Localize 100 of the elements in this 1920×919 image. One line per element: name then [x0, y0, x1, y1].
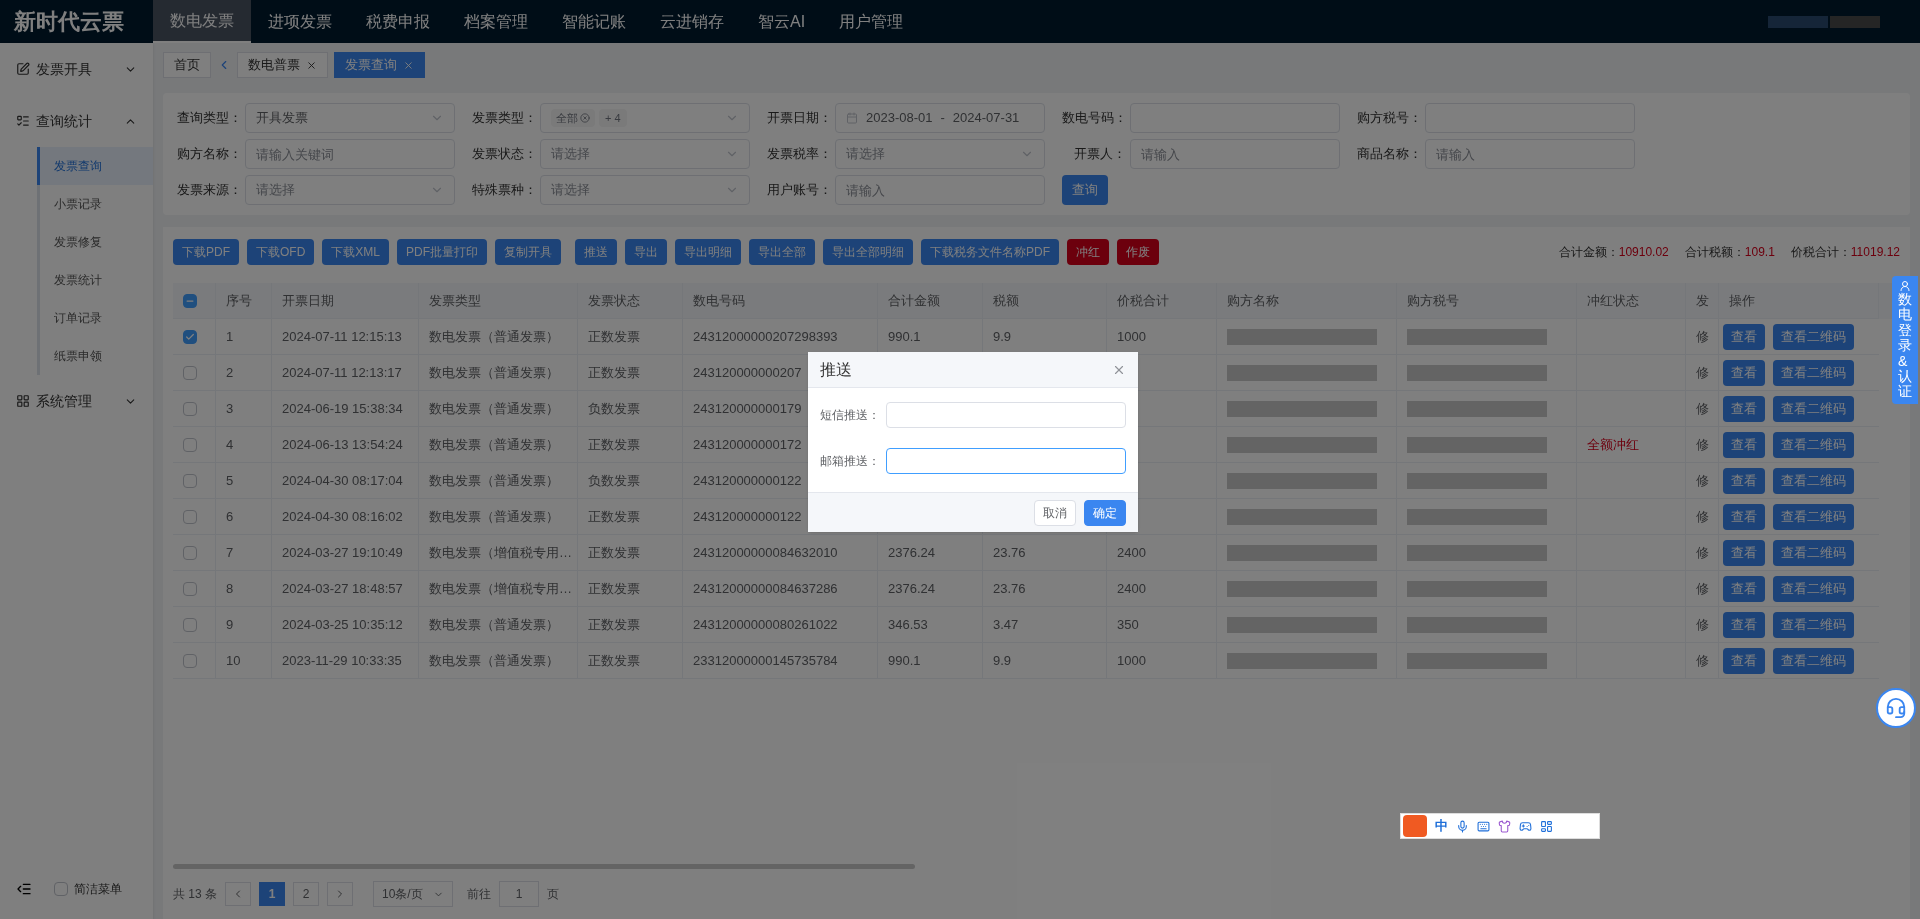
ime-mode[interactable]: 中	[1435, 816, 1448, 836]
sidebar-item[interactable]: 发票统计	[37, 261, 153, 299]
table-cell-text: 2023-11-29 10:33:35	[282, 651, 402, 670]
filter-label: 购方名称：	[177, 145, 241, 164]
action-button[interactable]: 作废	[1117, 239, 1160, 265]
filter-label: 发票状态：	[472, 145, 536, 164]
row-action-button[interactable]: 查看二维码	[1773, 503, 1854, 530]
nav-tab[interactable]: 智能记账	[545, 0, 643, 43]
action-button[interactable]: 下载XML	[322, 239, 390, 265]
row-action-button[interactable]: 查看二维码	[1773, 575, 1854, 602]
table-cell-text: 9.9	[993, 651, 1012, 670]
table-cell-text: 24312000000080261022	[693, 615, 838, 634]
nav-tab[interactable]: 用户管理	[822, 0, 921, 43]
row-action-button[interactable]: 查看	[1723, 647, 1765, 674]
table-cell-text: 修	[1696, 579, 1709, 598]
action-button[interactable]: 导出明细	[675, 239, 742, 265]
dialog-button[interactable]: 取消	[1034, 499, 1076, 526]
action-button[interactable]: 导出全部	[749, 239, 816, 265]
query-button[interactable]: 查询	[1062, 175, 1108, 205]
filter-label: 购方税号：	[1357, 109, 1421, 128]
row-action-button[interactable]: 查看二维码	[1773, 611, 1854, 638]
nav-tab[interactable]: 云进销存	[643, 0, 741, 43]
action-button[interactable]: 下载PDF	[173, 239, 239, 265]
table-cell-text: 5	[226, 471, 234, 490]
action-button[interactable]: 导出全部明细	[823, 239, 914, 265]
tag: + 4	[599, 109, 627, 127]
row-action-button[interactable]: 查看二维码	[1773, 539, 1854, 566]
action-button[interactable]: PDF批量打印	[397, 239, 488, 265]
login-side-tab[interactable]: 数电登录&认证	[1892, 276, 1918, 404]
table-cell-text: 2024-03-27 19:10:49	[282, 543, 403, 562]
filter-label: 发票类型：	[472, 109, 536, 128]
table-cell-text: 修	[1696, 615, 1709, 634]
dialog-title: 推送	[820, 359, 852, 380]
row-action-button[interactable]: 查看	[1723, 467, 1765, 494]
filter-label: 发票税率：	[767, 145, 831, 164]
table-cell-text: 3	[226, 399, 234, 418]
action-button[interactable]: 复制开具	[495, 239, 562, 265]
select-field[interactable]: 全部 + 4	[540, 103, 750, 133]
row-action-button[interactable]: 查看二维码	[1773, 395, 1854, 422]
sidebar-item[interactable]: 纸票申领	[37, 337, 153, 375]
page-tab[interactable]: 发票查询	[334, 52, 425, 78]
sidebar-item[interactable]: 发票查询	[37, 147, 153, 185]
action-button[interactable]: 冲红	[1067, 239, 1110, 265]
table-cell-text: 数电发票（普通发票）	[429, 435, 559, 454]
row-action-button[interactable]: 查看	[1723, 323, 1765, 350]
row-action-button[interactable]: 查看二维码	[1773, 467, 1854, 494]
page-button[interactable]: 2	[293, 882, 319, 906]
sidebar-item[interactable]: 发票修复	[37, 223, 153, 261]
table-cell-text: 2024-07-11 12:13:17	[282, 363, 402, 382]
sidebar-item[interactable]: 订单记录	[37, 299, 153, 337]
total-label: 价税合计：	[1790, 244, 1851, 261]
row-action-button[interactable]: 查看	[1723, 431, 1765, 458]
total-value: 109.1	[1744, 244, 1775, 261]
page-button[interactable]: 1	[259, 882, 285, 906]
row-action-button[interactable]: 查看	[1723, 359, 1765, 386]
table-cell-text: 负数发票	[588, 399, 640, 418]
table-cell-text: 4	[226, 435, 234, 454]
date-range-field[interactable]: 2023-08-01 - 2024-07-31	[835, 103, 1045, 133]
nav-tab[interactable]: 智云AI	[741, 0, 823, 43]
table-cell-text: 正数发票	[588, 507, 640, 526]
nav-tab[interactable]: 进项发票	[251, 0, 349, 43]
action-button[interactable]: 下载税务文件名称PDF	[921, 239, 1060, 265]
nav-tab[interactable]: 数电发票	[153, 0, 251, 43]
table-cell-text: 正数发票	[588, 579, 640, 598]
sidebar-item[interactable]: 小票记录	[37, 185, 153, 223]
column-header: 发	[1696, 291, 1709, 310]
table-cell-text: 数电发票（普通发票）	[429, 327, 559, 346]
row-action-button[interactable]: 查看	[1723, 611, 1765, 638]
filter-label: 商品名称：	[1357, 145, 1421, 164]
select-field[interactable]: 开具发票	[245, 103, 455, 133]
sidebar-group[interactable]: 系统管理	[0, 375, 153, 427]
table-cell-text: 2024-06-19 15:38:34	[282, 399, 403, 418]
page-tab[interactable]: 数电普票	[237, 52, 328, 78]
table-cell-text: 24312000000084637286	[693, 579, 838, 598]
page-input[interactable]: 1	[499, 881, 539, 907]
table-cell-text: 全额冲红	[1587, 435, 1639, 454]
table-cell-text: 正数发票	[588, 363, 640, 382]
sidebar-group[interactable]: 查询统计	[0, 95, 153, 147]
row-action-button[interactable]: 查看二维码	[1773, 323, 1854, 350]
row-action-button[interactable]: 查看	[1723, 539, 1765, 566]
nav-tab[interactable]: 税费申报	[349, 0, 447, 43]
action-button[interactable]: 推送	[575, 239, 618, 265]
home-tab[interactable]: 首页	[163, 52, 211, 78]
action-button[interactable]: 下载OFD	[247, 239, 315, 265]
table-cell-text: 243120000000172	[693, 435, 802, 454]
row-action-button[interactable]: 查看二维码	[1773, 431, 1854, 458]
table-cell-text: 修	[1696, 543, 1709, 562]
action-button[interactable]: 导出	[625, 239, 668, 265]
page-size-select[interactable]: 10条/页	[373, 881, 453, 907]
total-label: 合计税额：	[1684, 244, 1745, 261]
column-header: 发票状态	[588, 291, 640, 310]
dialog-button[interactable]: 确定	[1084, 499, 1126, 526]
row-action-button[interactable]: 查看	[1723, 503, 1765, 530]
row-action-button[interactable]: 查看	[1723, 575, 1765, 602]
filter-label: 开票人：	[1073, 145, 1126, 164]
sidebar-group[interactable]: 发票开具	[0, 43, 153, 95]
row-action-button[interactable]: 查看二维码	[1773, 647, 1854, 674]
row-action-button[interactable]: 查看二维码	[1773, 359, 1854, 386]
row-action-button[interactable]: 查看	[1723, 395, 1765, 422]
nav-tab[interactable]: 档案管理	[447, 0, 545, 43]
